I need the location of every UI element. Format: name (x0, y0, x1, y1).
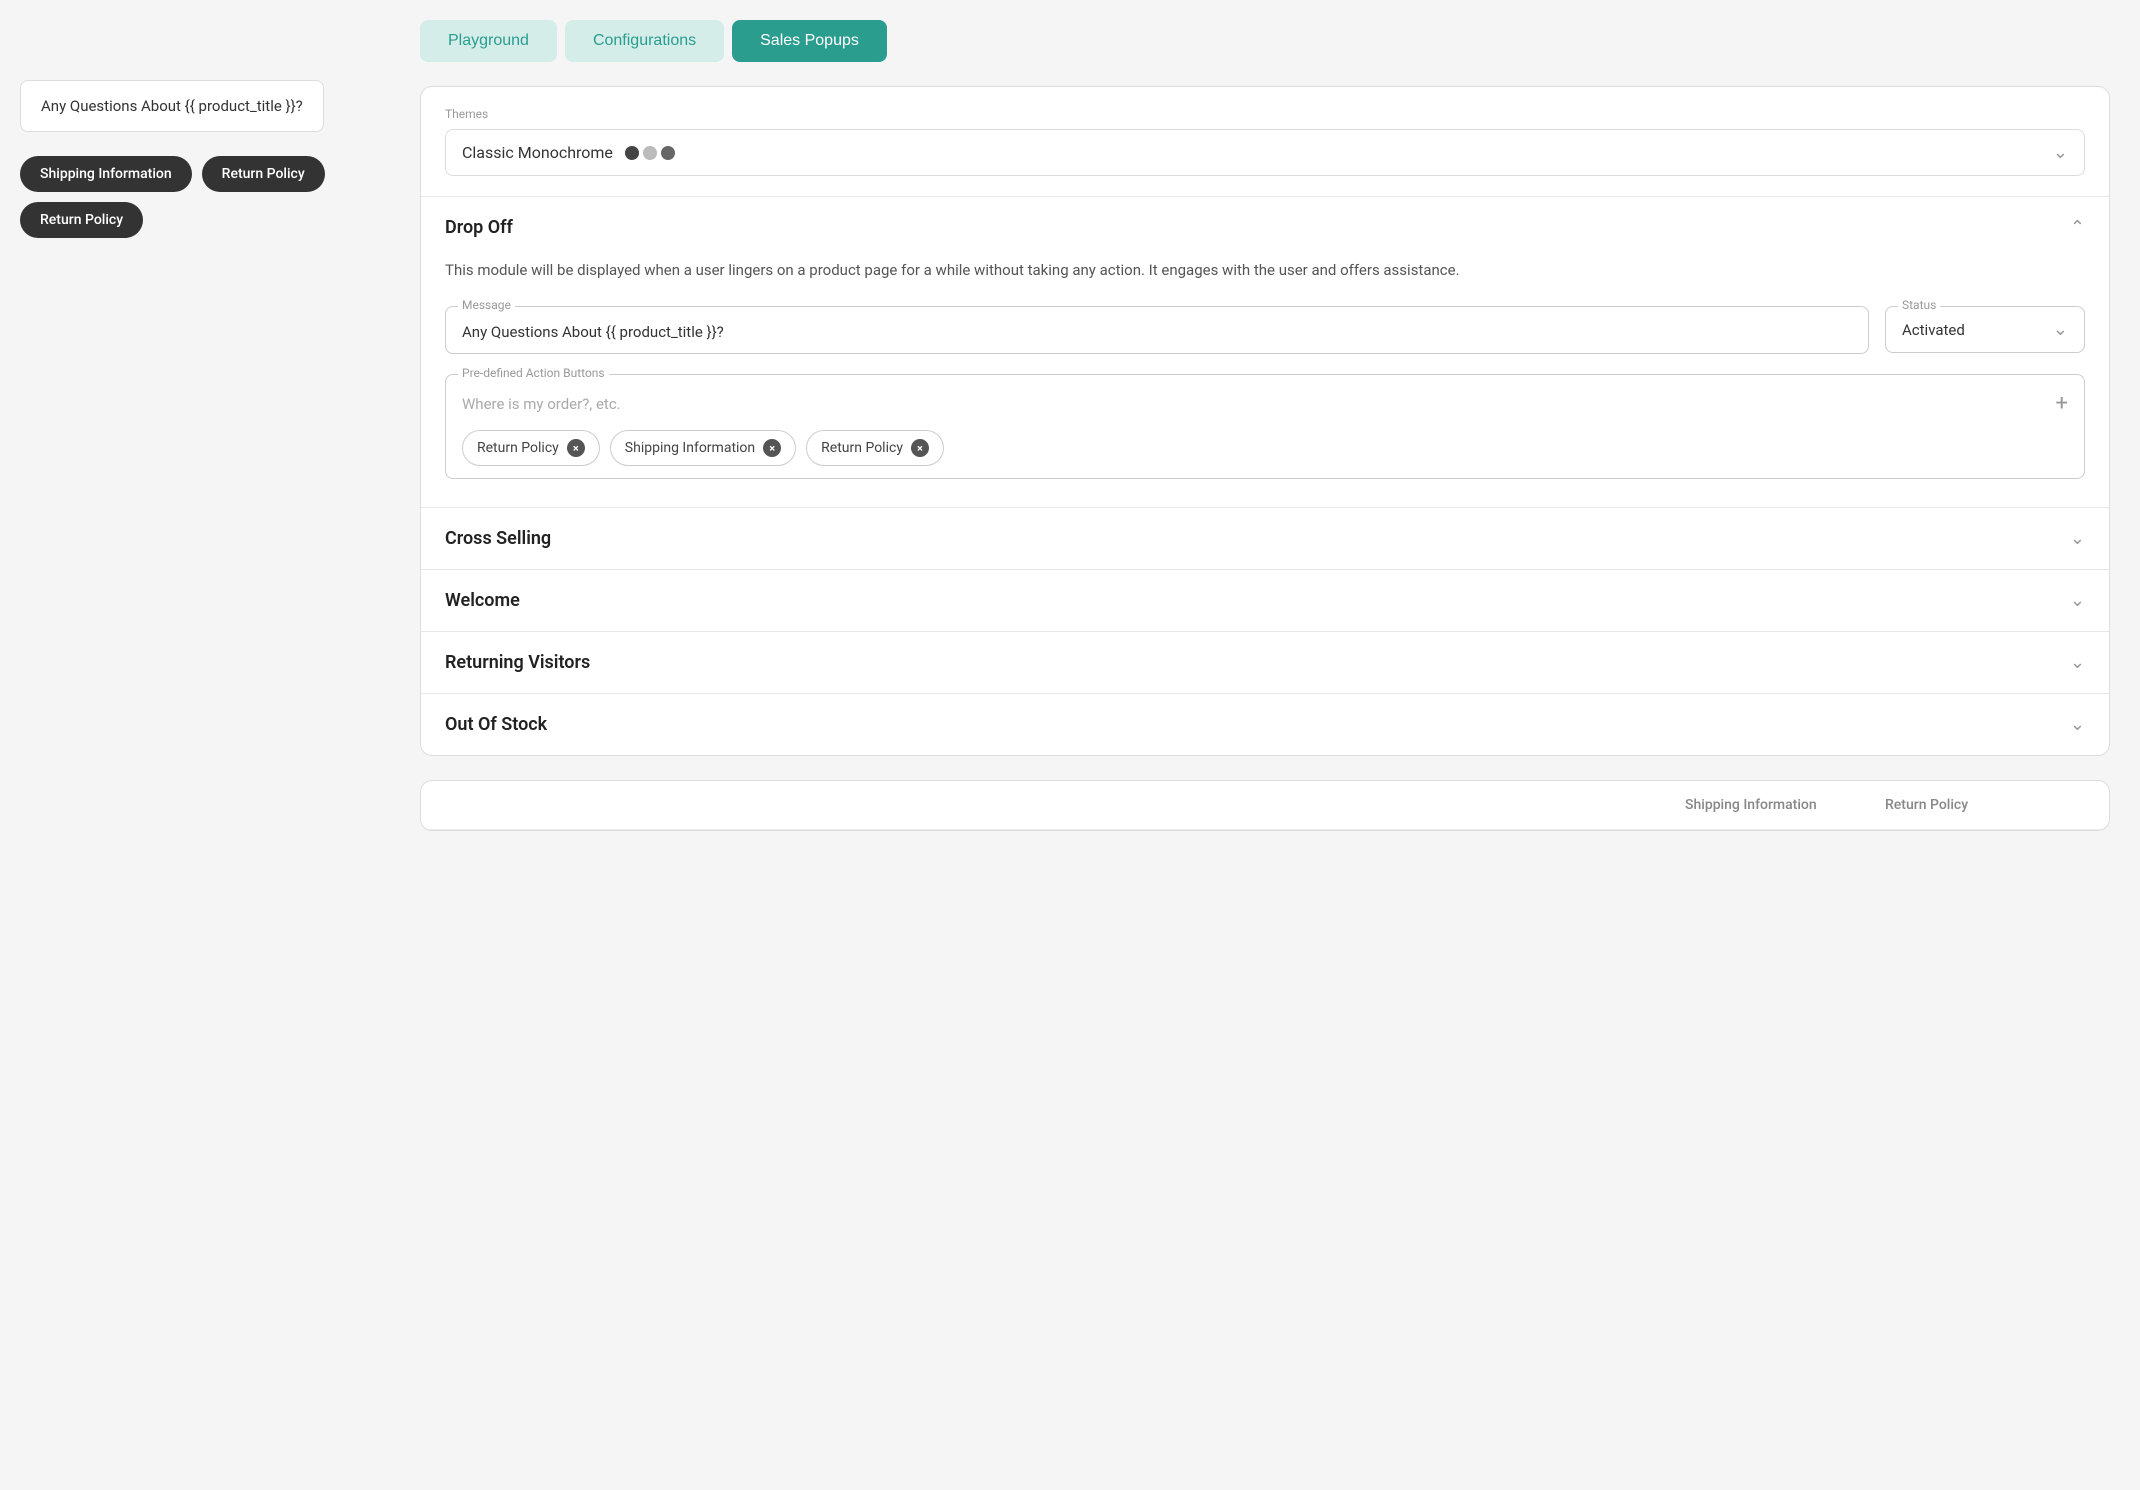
welcome-accordion: Welcome ⌄ (421, 570, 2109, 632)
add-action-button-icon[interactable]: + (2056, 391, 2068, 416)
themes-section: Themes Classic Monochrome ⌄ (421, 87, 2109, 197)
color-dots (625, 146, 675, 160)
out-of-stock-title: Out Of Stock (445, 714, 547, 735)
cross-selling-title: Cross Selling (445, 528, 551, 549)
preview-tags: Shipping Information Return Policy Retur… (20, 156, 360, 238)
welcome-title: Welcome (445, 590, 520, 611)
bottom-col-empty (445, 797, 1685, 813)
predefined-buttons-wrapper: Pre-defined Action Buttons Where is my o… (445, 374, 2085, 479)
dropoff-accordion: Drop Off ⌃ This module will be displayed… (421, 197, 2109, 508)
predefined-input-placeholder: Where is my order?, etc. (462, 395, 621, 413)
right-panel: Playground Configurations Sales Popups T… (390, 0, 2140, 1490)
out-of-stock-header[interactable]: Out Of Stock ⌄ (421, 694, 2109, 755)
action-tag-return-2: Return Policy × (806, 430, 944, 466)
dot-dark (625, 146, 639, 160)
status-chevron-down-icon: ⌄ (2053, 319, 2068, 340)
message-group: Message Any Questions About {{ product_t… (445, 306, 1869, 354)
out-of-stock-accordion: Out Of Stock ⌄ (421, 694, 2109, 755)
tab-sales-popups[interactable]: Sales Popups (732, 20, 887, 62)
themes-chevron-down-icon: ⌄ (2053, 142, 2068, 163)
dropoff-chevron-up-icon: ⌃ (2070, 217, 2085, 238)
predefined-input-row: Where is my order?, etc. + (462, 391, 2068, 416)
tab-playground[interactable]: Playground (420, 20, 557, 62)
dropoff-content: This module will be displayed when a use… (421, 258, 2109, 507)
welcome-chevron-down-icon: ⌄ (2070, 590, 2085, 611)
tab-configurations[interactable]: Configurations (565, 20, 724, 62)
returning-visitors-title: Returning Visitors (445, 652, 590, 673)
dot-mid (643, 146, 657, 160)
dropoff-accordion-header[interactable]: Drop Off ⌃ (421, 197, 2109, 258)
remove-return-2-button[interactable]: × (911, 439, 929, 457)
dropoff-title: Drop Off (445, 217, 513, 238)
message-value: Any Questions About {{ product_title }}? (462, 323, 1852, 341)
tabs-bar: Playground Configurations Sales Popups (420, 20, 2110, 62)
status-wrapper: Activated ⌄ (1902, 319, 2068, 340)
message-field[interactable]: Message Any Questions About {{ product_t… (445, 306, 1869, 354)
status-value: Activated (1902, 321, 1965, 339)
themes-select[interactable]: Classic Monochrome ⌄ (445, 129, 2085, 176)
themes-label: Themes (445, 107, 2085, 121)
themes-select-value: Classic Monochrome (462, 143, 675, 162)
welcome-header[interactable]: Welcome ⌄ (421, 570, 2109, 631)
predefined-label: Pre-defined Action Buttons (458, 366, 609, 380)
preview-message: Any Questions About {{ product_title }}? (20, 80, 324, 132)
message-label: Message (458, 298, 515, 312)
status-field[interactable]: Status Activated ⌄ (1885, 306, 2085, 353)
returning-visitors-header[interactable]: Returning Visitors ⌄ (421, 632, 2109, 693)
dropoff-description: This module will be displayed when a use… (445, 258, 2085, 282)
bottom-col-return: Return Policy (1885, 797, 2085, 813)
bottom-section: Shipping Information Return Policy (420, 780, 2110, 831)
out-of-stock-chevron-down-icon: ⌄ (2070, 714, 2085, 735)
cross-selling-header[interactable]: Cross Selling ⌄ (421, 508, 2109, 569)
cross-selling-chevron-down-icon: ⌄ (2070, 528, 2085, 549)
preview-tag-return-2: Return Policy (20, 202, 143, 238)
returning-visitors-accordion: Returning Visitors ⌄ (421, 632, 2109, 694)
status-group: Status Activated ⌄ (1885, 306, 2085, 354)
dot-light (661, 146, 675, 160)
content-area: Themes Classic Monochrome ⌄ Drop Off ⌃ (420, 86, 2110, 756)
bottom-table-header: Shipping Information Return Policy (421, 781, 2109, 830)
preview-tag-return-1: Return Policy (202, 156, 325, 192)
status-label: Status (1898, 298, 1940, 312)
returning-visitors-chevron-down-icon: ⌄ (2070, 652, 2085, 673)
action-tag-shipping: Shipping Information × (610, 430, 796, 466)
left-panel: Any Questions About {{ product_title }}?… (0, 0, 390, 1490)
remove-shipping-button[interactable]: × (763, 439, 781, 457)
action-tag-return-1: Return Policy × (462, 430, 600, 466)
action-tags-list: Return Policy × Shipping Information × R… (462, 430, 2068, 466)
preview-tag-shipping: Shipping Information (20, 156, 192, 192)
bottom-col-shipping: Shipping Information (1685, 797, 1885, 813)
message-status-row: Message Any Questions About {{ product_t… (445, 306, 2085, 354)
cross-selling-accordion: Cross Selling ⌄ (421, 508, 2109, 570)
remove-return-1-button[interactable]: × (567, 439, 585, 457)
